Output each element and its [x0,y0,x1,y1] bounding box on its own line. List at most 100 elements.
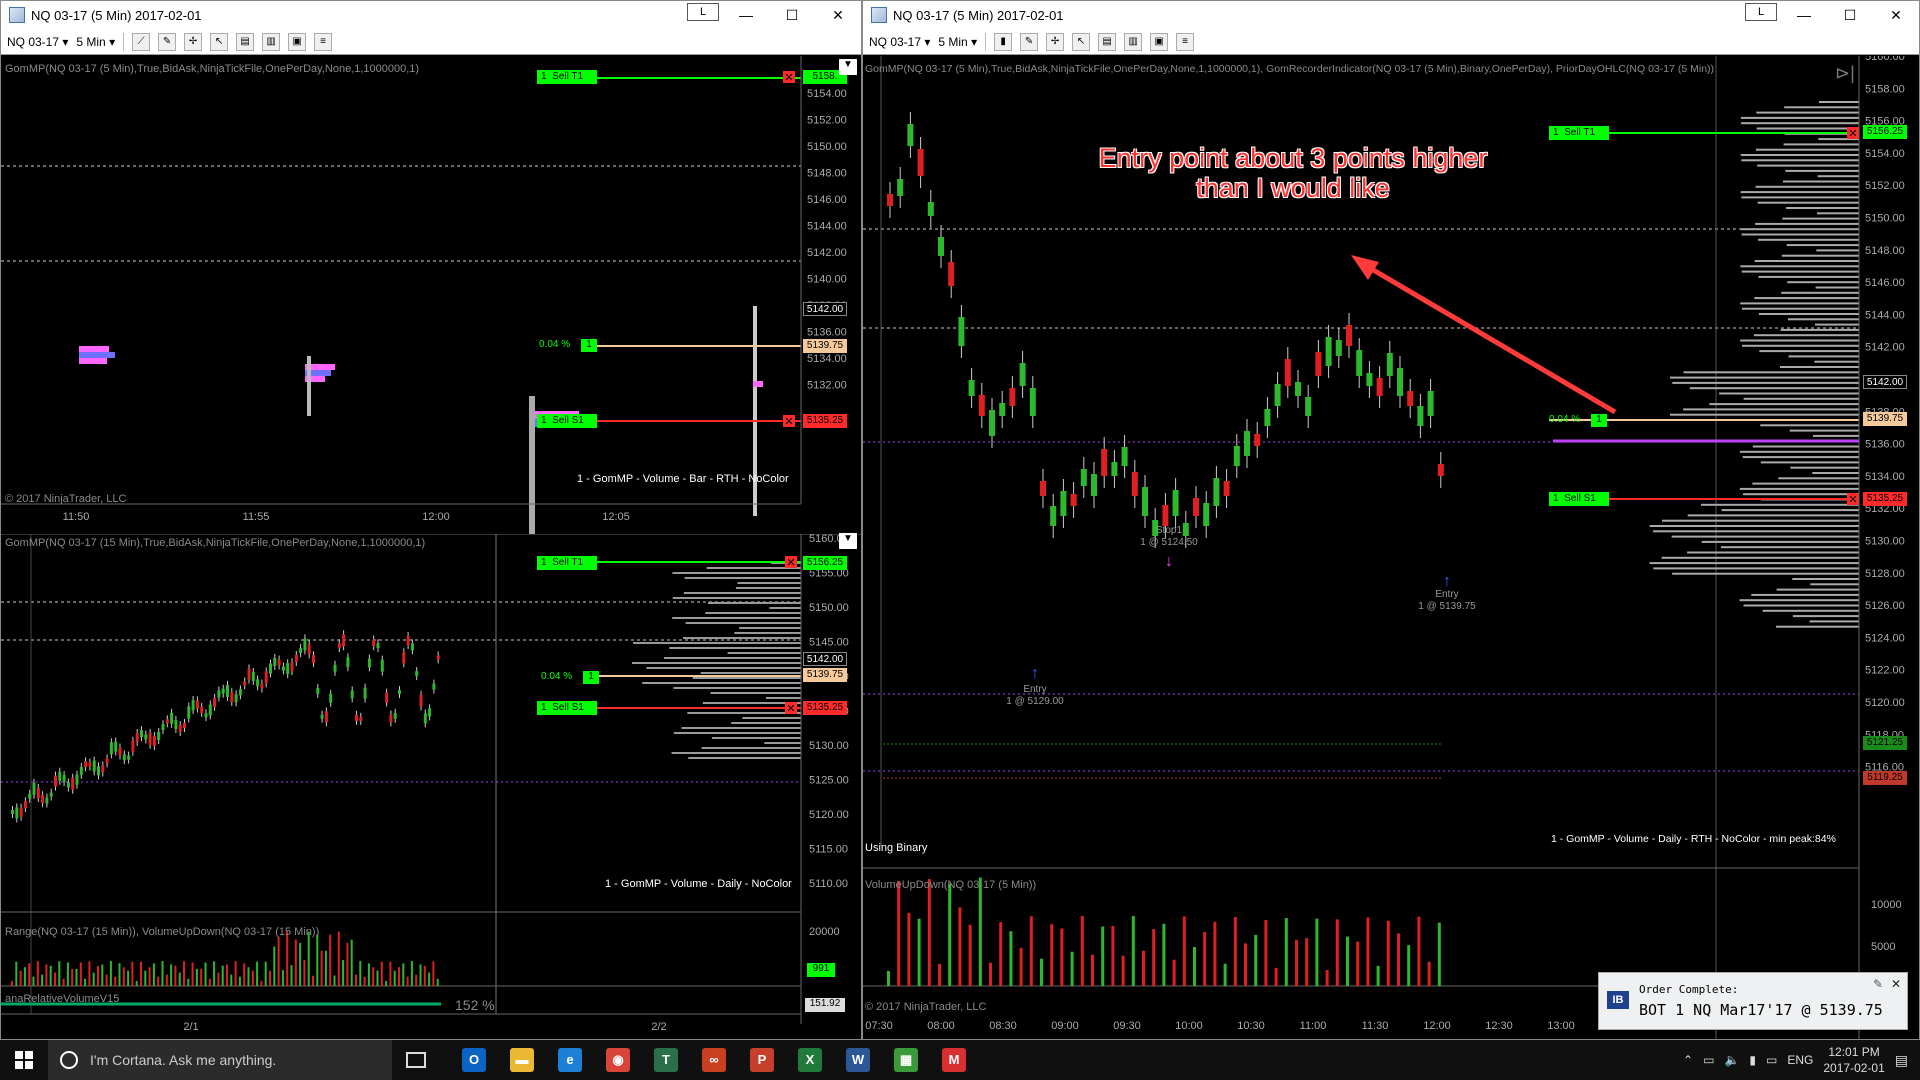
link-button[interactable]: L [687,3,719,21]
price-box: 5156.25 [1863,125,1907,139]
order-notification[interactable]: IB Order Complete: BOT 1 NQ Mar17'17 @ 5… [1598,972,1908,1030]
left-title-bar[interactable]: NQ 03-17 (5 Min) 2017-02-01 L — ☐ ✕ [1,1,861,29]
maximize-icon[interactable]: ☐ [1827,1,1873,29]
chat-icon[interactable]: ▭ [1766,1053,1777,1067]
order-tag-sell-t1[interactable]: 1 Sell T1 [537,70,597,84]
taskbar-app-outlook[interactable]: O [450,1040,498,1080]
properties-icon[interactable]: ≡ [1176,32,1195,51]
right-chart-window[interactable]: NQ 03-17 (5 Min) 2017-02-01 L — ☐ ✕ NQ 0… [862,0,1920,1040]
profile-bar [1755,185,1859,188]
snapshot-icon[interactable]: ▣ [1150,32,1169,51]
taskbar-app-powerpoint[interactable]: P [738,1040,786,1080]
pencil-icon[interactable]: ✎ [158,32,177,51]
candle-body [213,697,217,707]
svg-text:✕: ✕ [786,557,795,569]
volume-bar [887,971,890,986]
taskbar-app-ninjatrader[interactable]: ∞ [690,1040,738,1080]
left-top-chart[interactable]: ✕ ✕ 5154.00 5152.00 5150.00 5148.00 5146.00 5… [1,56,861,534]
maximize-icon[interactable]: ☐ [769,1,815,29]
profile-bar [1751,593,1859,596]
candle-body [54,775,57,787]
candle-body [165,719,169,724]
volume-bar [359,961,362,986]
profile-bar [701,747,801,749]
properties-icon[interactable]: ≡ [314,32,333,51]
profile-bar [646,667,801,669]
time-tick: 12:05 [602,511,630,523]
taskbar-app-calculator[interactable]: ▦ [882,1040,930,1080]
candle-body [1274,384,1281,406]
close-icon[interactable]: ✕ [1873,1,1919,29]
pencil-icon[interactable]: ✎ [1020,32,1039,51]
left-chart-window[interactable]: NQ 03-17 (5 Min) 2017-02-01 L — ☐ ✕ NQ 0… [0,0,862,1040]
start-button[interactable] [0,1040,48,1080]
minimize-icon[interactable]: — [723,1,769,29]
close-icon[interactable]: ✕ [1891,977,1901,991]
candle-body [131,740,135,752]
candle-body [415,671,419,677]
order-tag-sell-t1[interactable]: 1 Sell T1 [537,556,597,570]
volume-icon[interactable]: 🔈 [1724,1053,1739,1067]
taskbar-app-file-explorer[interactable]: ▬ [498,1040,546,1080]
pointer-icon[interactable]: ↖ [210,32,229,51]
network-icon[interactable]: ▭ [1703,1053,1714,1067]
volume-bar [1101,926,1105,986]
scroll-end-icon[interactable]: ⊳| [1835,63,1855,84]
taskbar-app-other-app[interactable]: M [930,1040,978,1080]
cortana-search[interactable]: I'm Cortana. Ask me anything. [48,1040,392,1080]
right-title-bar[interactable]: NQ 03-17 (5 Min) 2017-02-01 L — ☐ ✕ [863,1,1919,29]
profile-bar [1683,371,1859,374]
snapshot-icon[interactable]: ▣ [288,32,307,51]
volume-bar [1376,965,1380,986]
taskbar-app-chrome[interactable]: ◉ [594,1040,642,1080]
order-tag-sell-s1[interactable]: 1 Sell S1 [537,414,597,428]
profile-bar [685,622,801,624]
strategies-icon[interactable]: ▥ [1124,32,1143,51]
taskbar-app-excel[interactable]: X [786,1040,834,1080]
indicators-icon[interactable]: ▤ [236,32,255,51]
instrument-selector[interactable]: NQ 03-17 ▾ [869,35,930,49]
interval-selector[interactable]: 5 Min ▾ [938,35,977,49]
candle-body [359,716,363,721]
battery-icon[interactable]: ▮ [1749,1053,1756,1067]
task-view-icon[interactable] [392,1040,440,1080]
interval-selector[interactable]: 5 Min ▾ [76,35,115,49]
left-bottom-chart[interactable]: ✕ ✕ 5160.005155.005150.005145.005140.005… [1,534,861,1040]
chevron-up-icon[interactable]: ⌃ [1683,1053,1693,1067]
order-tag-sell-t1[interactable]: 1 Sell T1 [1549,126,1609,140]
chart-app-icon [871,7,887,23]
draw-tools-icon[interactable]: ✢ [1046,32,1065,51]
taskbar-app-tws[interactable]: T [642,1040,690,1080]
candle-body [999,403,1006,416]
order-tag-sell-s1[interactable]: 1 Sell S1 [537,701,597,715]
instrument-selector[interactable]: NQ 03-17 ▾ [7,35,68,49]
indicators-icon[interactable]: ▤ [1098,32,1117,51]
time-tick: 08:30 [989,1020,1017,1032]
minimize-icon[interactable]: — [1781,1,1827,29]
volume-bar [432,961,435,986]
volume-bar [1009,931,1013,986]
pointer-icon[interactable]: ↖ [1072,32,1091,51]
using-binary-label: Using Binary [865,842,928,854]
clock[interactable]: 12:01 PM 2017-02-01 [1823,1044,1884,1076]
panel-menu-icon[interactable]: ▼ [839,59,857,75]
pin-icon[interactable]: ✎ [1873,977,1883,991]
order-tag-sell-s1[interactable]: 1 Sell S1 [1549,492,1609,506]
strategies-icon[interactable]: ▥ [262,32,281,51]
chart-style-icon[interactable]: ⟋ [132,32,151,51]
panel-menu-icon[interactable]: ▼ [839,533,857,549]
taskbar-app-word[interactable]: W [834,1040,882,1080]
candle-body [79,766,83,775]
profile-bar [672,572,801,574]
chart-style-icon[interactable]: ▮ [994,32,1013,51]
language-indicator[interactable]: ENG [1787,1053,1813,1067]
close-icon[interactable]: ✕ [815,1,861,29]
right-main-chart[interactable]: ✕ ✕ ↑ ↓ ↑ 5160.005158.005156.005154.0051… [863,56,1919,1040]
taskbar-app-edge[interactable]: e [546,1040,594,1080]
notifications-icon[interactable]: ▤ [1895,1052,1908,1069]
candle-body [260,683,264,689]
profile-bar [1701,503,1859,506]
draw-tools-icon[interactable]: ✢ [184,32,203,51]
candle-body [1029,388,1036,416]
link-button[interactable]: L [1745,3,1777,21]
